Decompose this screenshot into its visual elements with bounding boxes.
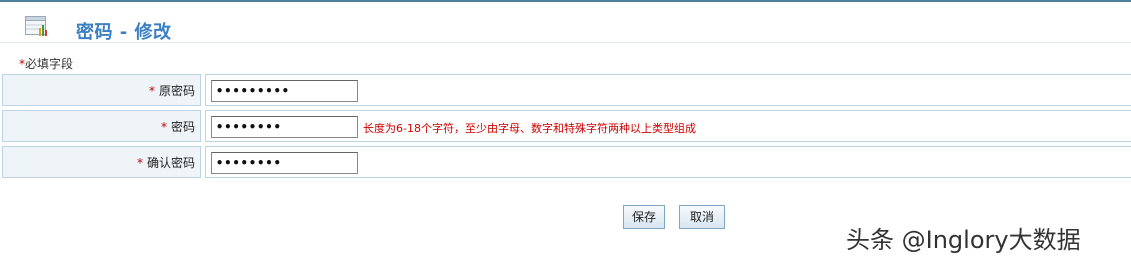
label-cell-old-password: * 原密码 xyxy=(2,74,201,106)
form-row-new-password: *密码 长度为6-18个字符，至少由字母、数字和特殊字符两种以上类型组成 xyxy=(0,110,1131,144)
watermark: 头条 @Inglory大数据 xyxy=(846,226,1081,254)
value-cell-new-password: 长度为6-18个字符，至少由字母、数字和特殊字符两种以上类型组成 xyxy=(205,110,1131,142)
page-header: 密码 - 修改 xyxy=(0,2,1131,43)
form-row-confirm-password: * 确认密码 xyxy=(0,146,1131,180)
header-divider xyxy=(0,42,1131,43)
required-marker: * xyxy=(148,84,155,98)
old-password-input[interactable] xyxy=(211,80,358,102)
value-cell-confirm-password xyxy=(205,146,1131,178)
confirm-password-input[interactable] xyxy=(211,152,358,174)
page-title: 密码 - 修改 xyxy=(76,22,172,43)
required-note-text: 必填字段 xyxy=(25,57,74,71)
required-fields-note: *必填字段 xyxy=(19,55,73,72)
required-marker: * xyxy=(136,156,143,170)
label-cell-new-password: * 密码 xyxy=(2,110,201,142)
cancel-button[interactable]: 取消 xyxy=(679,205,725,229)
confirm-password-label: 确认密码 xyxy=(146,156,195,170)
table-icon xyxy=(25,16,49,38)
new-password-label: 密码 xyxy=(170,120,195,134)
label-cell-confirm-password: * 确认密码 xyxy=(2,146,201,178)
form-row-old-password: * 原密码 xyxy=(0,74,1131,108)
new-password-input[interactable] xyxy=(211,116,358,138)
old-password-label: 原密码 xyxy=(158,84,195,98)
required-marker: * xyxy=(160,120,167,134)
save-button[interactable]: 保存 xyxy=(623,205,665,229)
value-cell-old-password xyxy=(205,74,1131,106)
password-rule-hint: 长度为6-18个字符，至少由字母、数字和特殊字符两种以上类型组成 xyxy=(363,122,696,135)
